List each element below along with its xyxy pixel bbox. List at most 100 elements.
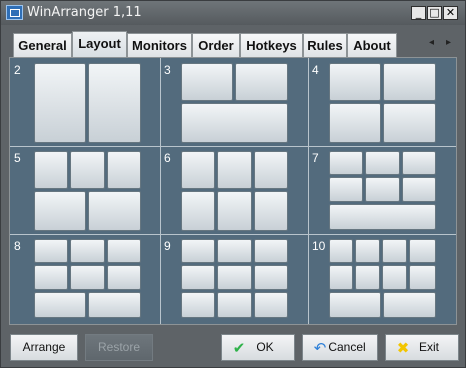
cancel-button[interactable]: ↶ Cancel <box>302 334 378 361</box>
window-preview <box>70 151 105 189</box>
window-preview <box>107 265 141 290</box>
layout-option-4[interactable]: 4 <box>308 58 456 146</box>
exit-icon: ✖ <box>396 339 410 357</box>
window-preview <box>217 151 252 189</box>
window-preview <box>329 103 381 143</box>
window-preview <box>217 292 252 318</box>
window-preview <box>70 239 105 263</box>
window-preview <box>254 191 288 231</box>
layout-option-7[interactable]: 7 <box>308 146 456 234</box>
cancel-button-label: Cancel <box>328 340 366 354</box>
layout-option-2[interactable]: 2 <box>10 58 160 146</box>
window-preview <box>34 292 86 318</box>
layout-number: 4 <box>312 63 319 77</box>
window-preview <box>217 239 252 263</box>
window-preview <box>409 265 436 290</box>
minimize-button[interactable]: _ <box>411 6 426 20</box>
window-preview <box>329 292 381 318</box>
window-preview <box>329 265 353 290</box>
layout-number: 6 <box>164 151 171 165</box>
layout-option-6[interactable]: 6 <box>160 146 308 234</box>
tab-bar: General Layout Monitors Order Hotkeys Ru… <box>9 31 459 59</box>
window-preview <box>70 265 105 290</box>
layout-option-8[interactable]: 8 <box>10 234 160 324</box>
window-preview <box>217 191 252 231</box>
window-preview <box>88 292 141 318</box>
window-preview <box>329 151 363 175</box>
ok-button[interactable]: ✔ OK <box>221 334 295 361</box>
window-preview <box>217 265 252 290</box>
app-window-icon <box>6 5 23 20</box>
close-button[interactable]: ✕ <box>443 6 458 20</box>
window-preview <box>329 63 381 101</box>
window-preview <box>235 63 288 101</box>
app-window: WinArranger 1,11 _ □ ✕ General Layout Mo… <box>0 0 466 368</box>
window-preview <box>34 151 68 189</box>
window-preview <box>402 177 436 202</box>
window-preview <box>355 239 380 263</box>
layout-number: 2 <box>14 63 21 77</box>
window-preview <box>181 265 215 290</box>
tab-general[interactable]: General <box>13 33 72 57</box>
window-preview <box>181 292 215 318</box>
window-preview <box>34 191 86 231</box>
layout-option-5[interactable]: 5 <box>10 146 160 234</box>
exit-button[interactable]: ✖ Exit <box>385 334 459 361</box>
window-preview <box>382 239 407 263</box>
window-preview <box>329 204 436 230</box>
cancel-icon: ↶ <box>313 339 327 357</box>
ok-button-label: OK <box>256 340 274 354</box>
window-preview <box>34 63 86 143</box>
layout-number: 3 <box>164 63 171 77</box>
tab-about[interactable]: About <box>347 33 397 57</box>
window-preview <box>329 177 363 202</box>
window-preview <box>382 265 407 290</box>
window-preview <box>329 239 353 263</box>
check-icon: ✔ <box>232 339 246 357</box>
window-preview <box>383 63 436 101</box>
arrange-button[interactable]: Arrange <box>10 334 78 361</box>
window-preview <box>34 239 68 263</box>
window-preview <box>181 151 215 189</box>
layout-number: 5 <box>14 151 21 165</box>
layout-option-9[interactable]: 9 <box>160 234 308 324</box>
tab-monitors[interactable]: Monitors <box>127 33 192 57</box>
window-preview <box>181 63 233 101</box>
window-preview <box>254 265 288 290</box>
window-title: WinArranger 1,11 <box>27 5 142 20</box>
window-preview <box>88 63 141 143</box>
window-preview <box>383 103 436 143</box>
window-preview <box>365 151 400 175</box>
titlebar[interactable]: WinArranger 1,11 _ □ ✕ <box>1 1 465 25</box>
tab-layout[interactable]: Layout <box>72 31 127 59</box>
window-preview <box>365 177 400 202</box>
window-preview <box>181 191 215 231</box>
tab-scroll-left-icon[interactable]: ◂ <box>429 37 434 48</box>
window-preview <box>254 239 288 263</box>
tab-order[interactable]: Order <box>192 33 240 57</box>
window-preview <box>402 151 436 175</box>
layout-number: 10 <box>312 239 326 253</box>
layout-number: 9 <box>164 239 171 253</box>
window-preview <box>107 239 141 263</box>
tab-scroll-right-icon[interactable]: ▸ <box>446 37 451 48</box>
layout-grid-panel: 2 3 4 5 6 7 8 9 10 <box>9 57 457 325</box>
window-preview <box>383 292 436 318</box>
window-preview <box>355 265 380 290</box>
window-preview <box>254 151 288 189</box>
layout-option-10[interactable]: 10 <box>308 234 456 324</box>
window-preview <box>34 265 68 290</box>
layout-number: 8 <box>14 239 21 253</box>
tab-rules[interactable]: Rules <box>303 33 347 57</box>
window-preview <box>88 191 141 231</box>
window-preview <box>107 151 141 189</box>
tab-hotkeys[interactable]: Hotkeys <box>240 33 303 57</box>
maximize-button[interactable]: □ <box>427 6 442 20</box>
exit-button-label: Exit <box>418 340 439 354</box>
layout-option-3[interactable]: 3 <box>160 58 308 146</box>
window-preview <box>181 239 215 263</box>
restore-button[interactable]: Restore <box>85 334 153 361</box>
layout-number: 7 <box>312 151 319 165</box>
window-preview <box>254 292 288 318</box>
window-preview <box>181 103 288 143</box>
